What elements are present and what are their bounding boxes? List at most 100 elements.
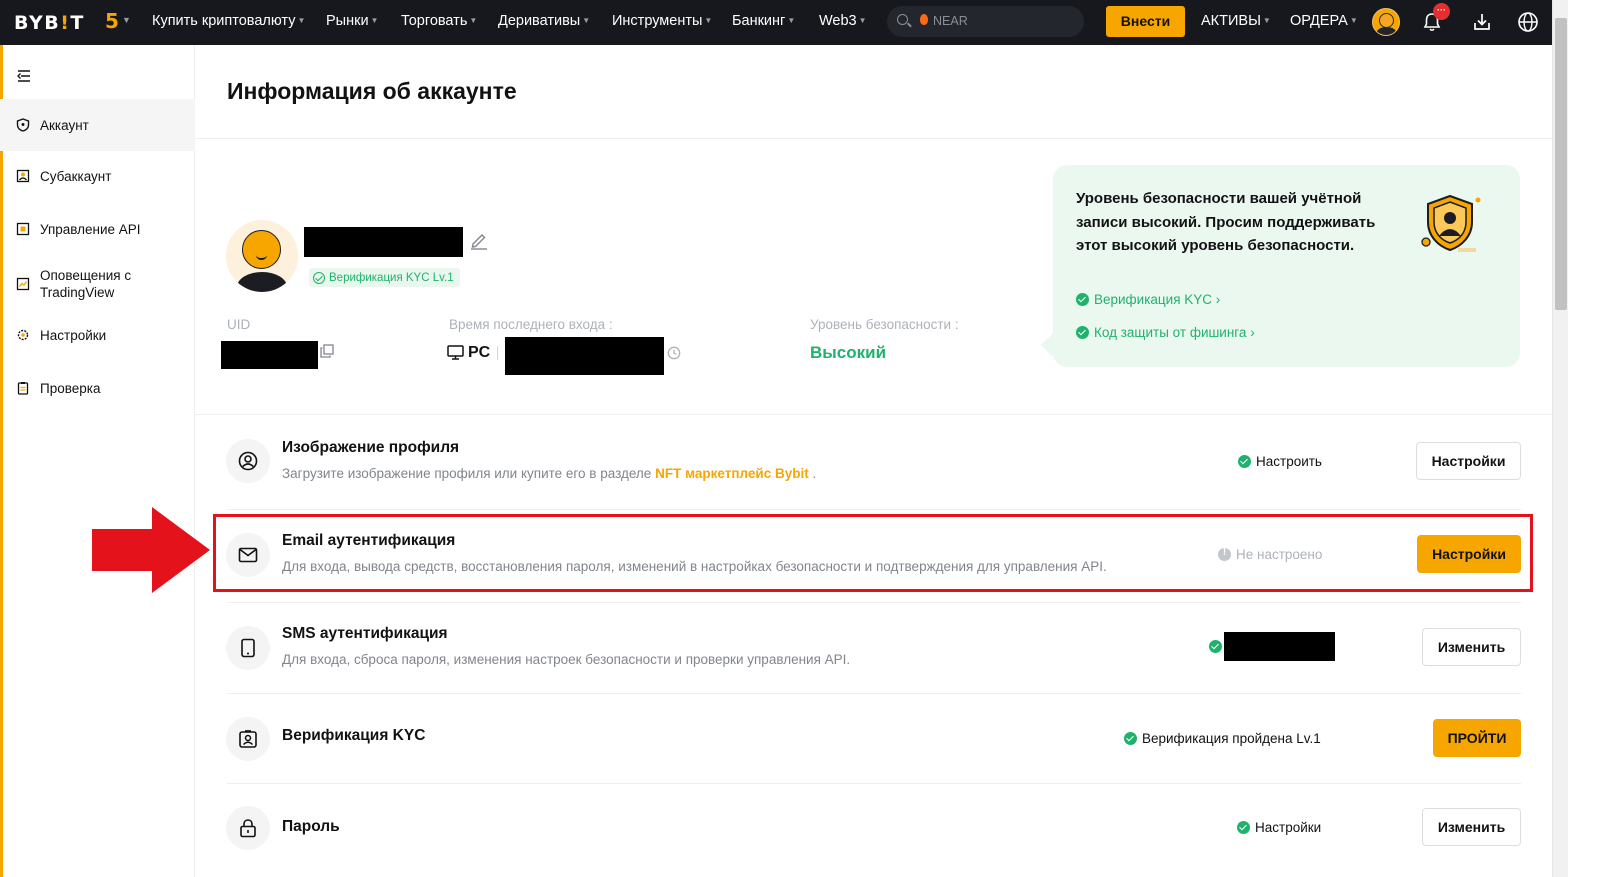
sidebar-item-verification[interactable]: Проверка [0, 367, 195, 409]
divider [227, 602, 1521, 603]
redacted-login-time [505, 337, 664, 375]
globe-icon[interactable] [1517, 11, 1539, 33]
kyc-row-icon [226, 717, 270, 761]
sms-row-icon [226, 626, 270, 670]
sidebar-item-account[interactable]: Аккаунт [0, 99, 195, 151]
user-circle-icon [238, 451, 258, 471]
download-icon[interactable] [1472, 12, 1492, 32]
orders-menu[interactable]: ОРДЕРА ▼ [1290, 13, 1358, 29]
logo-bang: ! [60, 12, 71, 34]
subaccount-icon [16, 169, 30, 183]
clipboard-icon [17, 382, 29, 395]
security-status-card: Уровень безопасности вашей учётной запис… [1041, 165, 1520, 367]
nav-tools[interactable]: Инструменты ▼ [612, 13, 712, 29]
sms-auth-change-button[interactable]: Изменить [1422, 628, 1521, 666]
sidebar-item-api[interactable]: Управление API [0, 208, 195, 250]
chevron-down-icon: ▼ [1349, 16, 1358, 25]
kyc-proceed-button[interactable]: ПРОЙТИ [1433, 719, 1521, 757]
page-scrollbar[interactable] [1552, 0, 1568, 877]
page-title: Информация об аккаунте [227, 78, 517, 104]
deposit-button[interactable]: Внести [1106, 6, 1185, 37]
chevron-down-icon: ▼ [297, 16, 306, 25]
sidebar-item-label: Проверка [40, 380, 101, 396]
check-circle-icon [1124, 732, 1137, 745]
search-placeholder: NEAR [933, 14, 968, 28]
anniversary-icon[interactable]: 5 [105, 9, 119, 33]
nav-buy-crypto[interactable]: Купить криптовалюту ▼ [152, 13, 305, 29]
password-row-icon [226, 806, 270, 850]
sidebar: Аккаунт Субаккаунт Управление API Оповещ… [0, 45, 195, 877]
search-input[interactable]: NEAR [887, 6, 1084, 37]
divider [227, 693, 1521, 694]
check-circle-icon [1076, 293, 1089, 306]
device-type: PC [468, 344, 491, 361]
sidebar-item-label: Настройки [40, 327, 107, 343]
check-circle-icon [1237, 821, 1250, 834]
nav-banking[interactable]: Банкинг ▼ [732, 13, 795, 29]
profile-image-settings-button[interactable]: Настройки [1416, 442, 1521, 480]
description-tail: . [808, 466, 817, 481]
password-change-button[interactable]: Изменить [1422, 808, 1521, 846]
id-badge-icon [239, 730, 257, 748]
kyc-status: Верификация пройдена Lv.1 [1124, 731, 1321, 746]
profile-row-icon [226, 439, 270, 483]
nav-markets[interactable]: Рынки ▼ [326, 13, 378, 29]
assets-menu[interactable]: АКТИВЫ ▼ [1201, 13, 1271, 29]
chevron-down-icon[interactable]: ▼ [122, 15, 131, 25]
security-shield-illustration-icon [1421, 194, 1481, 252]
scrollbar-thumb[interactable] [1555, 18, 1567, 310]
divider [497, 346, 498, 360]
api-icon [16, 222, 30, 236]
nav-label: Рынки [326, 13, 369, 29]
pointer-arrow-icon [92, 507, 210, 593]
nav-label: Банкинг [732, 13, 786, 29]
assets-label: АКТИВЫ [1201, 13, 1261, 29]
divider [195, 138, 1552, 139]
nav-label: Купить криптовалюту [152, 13, 296, 29]
sidebar-item-label: Управление API [40, 221, 141, 237]
sms-auth-description: Для входа, сброса пароля, изменения наст… [282, 652, 851, 667]
phone-icon [241, 638, 255, 658]
orders-label: ОРДЕРА [1290, 13, 1348, 29]
chevron-down-icon: ▼ [1262, 16, 1271, 25]
email-auth-highlight-frame [213, 514, 1533, 592]
monitor-icon [447, 345, 464, 360]
bybit-logo[interactable]: BYB!T [14, 12, 85, 34]
nav-derivatives[interactable]: Деривативы ▼ [498, 13, 590, 29]
security-level-label: Уровень безопасности : [810, 317, 959, 332]
sidebar-item-tradingview[interactable]: Оповещения с TradingView [0, 260, 195, 308]
kyc-level-badge: Верификация KYC Lv.1 [309, 268, 460, 287]
nav-trade[interactable]: Торговать ▼ [401, 13, 477, 29]
chevron-down-icon: ▼ [370, 16, 379, 25]
divider [195, 414, 1552, 415]
redacted-phone-number [1224, 632, 1335, 661]
anti-phishing-link[interactable]: Код защиты от фишинга › [1076, 325, 1255, 340]
link-label: Верификация KYC › [1094, 292, 1221, 307]
sidebar-item-settings[interactable]: Настройки [0, 314, 195, 356]
nav-web3[interactable]: Web3 ▼ [819, 13, 867, 29]
avatar-body [1376, 27, 1397, 35]
nav-label: Торговать [401, 13, 468, 29]
check-circle-icon [313, 271, 325, 284]
redacted-uid [221, 341, 318, 369]
sidebar-collapse-icon[interactable] [17, 70, 31, 82]
check-circle-icon [1076, 326, 1089, 339]
pencil-icon[interactable] [469, 230, 489, 250]
last-login-label: Время последнего входа : [449, 317, 613, 332]
nft-marketplace-link[interactable]: NFT маркетплейс Bybit [655, 466, 809, 481]
sms-auth-title: SMS аутентификация [282, 625, 448, 642]
sidebar-item-subaccount[interactable]: Субаккаунт [0, 155, 195, 197]
sidebar-item-label: Субаккаунт [40, 168, 112, 184]
link-label: Код защиты от фишинга › [1094, 325, 1255, 340]
profile-avatar[interactable] [226, 220, 298, 292]
lock-icon [240, 819, 256, 838]
clock-icon [667, 346, 681, 360]
status-label: Верификация пройдена Lv.1 [1142, 731, 1321, 746]
nav-label: Инструменты [612, 13, 703, 29]
kyc-verification-link[interactable]: Верификация KYC › [1076, 292, 1220, 307]
user-avatar[interactable] [1372, 8, 1400, 36]
chevron-down-icon: ▼ [858, 16, 867, 25]
status-label: Настройки [1255, 820, 1322, 835]
copy-icon[interactable] [320, 344, 334, 358]
chevron-down-icon: ▼ [582, 16, 591, 25]
